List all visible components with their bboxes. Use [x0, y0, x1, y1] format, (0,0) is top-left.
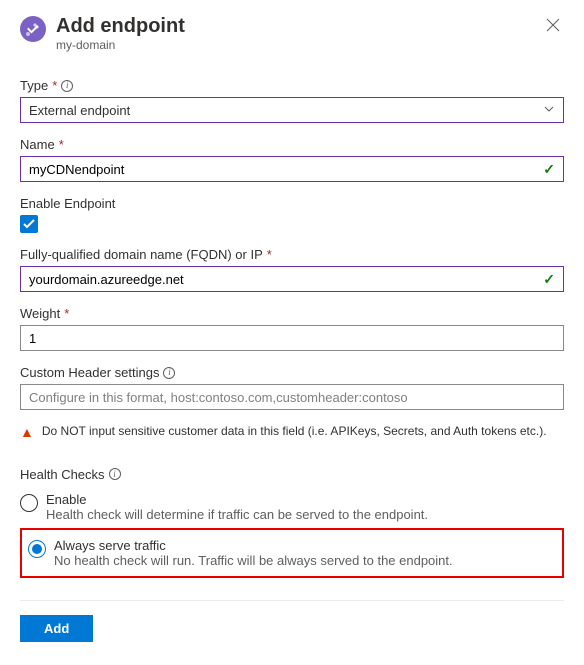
highlighted-selection: Always serve traffic No health check wil… [20, 528, 564, 578]
enable-checkbox[interactable] [20, 215, 38, 233]
name-input[interactable] [29, 157, 543, 181]
radio-subtitle: No health check will run. Traffic will b… [54, 553, 453, 568]
endpoint-icon [20, 16, 46, 42]
required-asterisk: * [59, 137, 64, 152]
panel-title: Add endpoint [56, 14, 542, 38]
custom-header-field: Custom Header settings i [20, 365, 564, 410]
custom-header-label: Custom Header settings [20, 365, 159, 380]
add-button[interactable]: Add [20, 615, 93, 642]
weight-input[interactable] [29, 326, 555, 350]
warning-text: Do NOT input sensitive customer data in … [42, 424, 547, 438]
type-label: Type [20, 78, 48, 93]
weight-field: Weight * [20, 306, 564, 351]
valid-check-icon: ✓ [543, 271, 555, 288]
panel-footer: Add [20, 600, 564, 642]
enable-field: Enable Endpoint [20, 196, 564, 233]
panel-header: Add endpoint my-domain [20, 14, 564, 52]
info-icon[interactable]: i [61, 80, 73, 92]
fqdn-label: Fully-qualified domain name (FQDN) or IP [20, 247, 263, 262]
radio-icon [28, 540, 46, 558]
health-checks-field: Health Checks i Enable Health check will… [20, 467, 564, 578]
radio-title: Always serve traffic [54, 538, 453, 553]
warning-message: ▲ Do NOT input sensitive customer data i… [20, 424, 564, 441]
name-field: Name * ✓ [20, 137, 564, 182]
radio-subtitle: Health check will determine if traffic c… [46, 507, 428, 522]
health-checks-label: Health Checks [20, 467, 105, 482]
chevron-down-icon [543, 103, 555, 118]
required-asterisk: * [64, 306, 69, 321]
health-option-enable[interactable]: Enable Health check will determine if tr… [20, 488, 564, 526]
type-field: Type * i External endpoint [20, 78, 564, 123]
health-option-always[interactable]: Always serve traffic No health check wil… [28, 534, 556, 572]
fqdn-input[interactable] [29, 267, 543, 291]
custom-header-input-wrap [20, 384, 564, 410]
weight-input-wrap [20, 325, 564, 351]
info-icon[interactable]: i [109, 468, 121, 480]
info-icon[interactable]: i [163, 367, 175, 379]
type-value: External endpoint [29, 103, 130, 118]
weight-label: Weight [20, 306, 60, 321]
name-label: Name [20, 137, 55, 152]
panel-subtitle: my-domain [56, 38, 542, 52]
custom-header-input[interactable] [29, 385, 555, 409]
fqdn-field: Fully-qualified domain name (FQDN) or IP… [20, 247, 564, 292]
valid-check-icon: ✓ [543, 161, 555, 178]
radio-icon [20, 494, 38, 512]
fqdn-input-wrap: ✓ [20, 266, 564, 292]
required-asterisk: * [267, 247, 272, 262]
warning-icon: ▲ [20, 424, 34, 441]
required-asterisk: * [52, 78, 57, 93]
radio-title: Enable [46, 492, 428, 507]
enable-label: Enable Endpoint [20, 196, 115, 211]
type-dropdown[interactable]: External endpoint [20, 97, 564, 123]
name-input-wrap: ✓ [20, 156, 564, 182]
close-icon[interactable] [542, 14, 564, 40]
